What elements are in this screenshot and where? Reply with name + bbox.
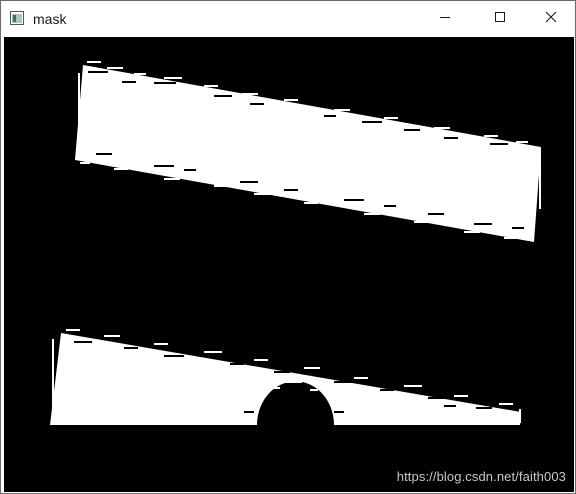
window-title: mask [33,11,67,27]
mask-image: https://blog.csdn.net/faith003 [4,37,574,492]
close-button[interactable] [528,1,574,37]
close-icon [545,10,557,28]
watermark-text: https://blog.csdn.net/faith003 [396,469,566,484]
minimize-button[interactable] [422,1,468,37]
minimize-icon [439,10,451,28]
mask-image-svg [4,37,574,492]
maximize-icon [494,10,506,28]
mask-window: mask https://blog.csdn.net/faith003 [0,0,576,494]
maximize-button[interactable] [477,1,523,37]
app-window-icon [10,11,24,25]
title-bar[interactable]: mask [1,1,575,37]
